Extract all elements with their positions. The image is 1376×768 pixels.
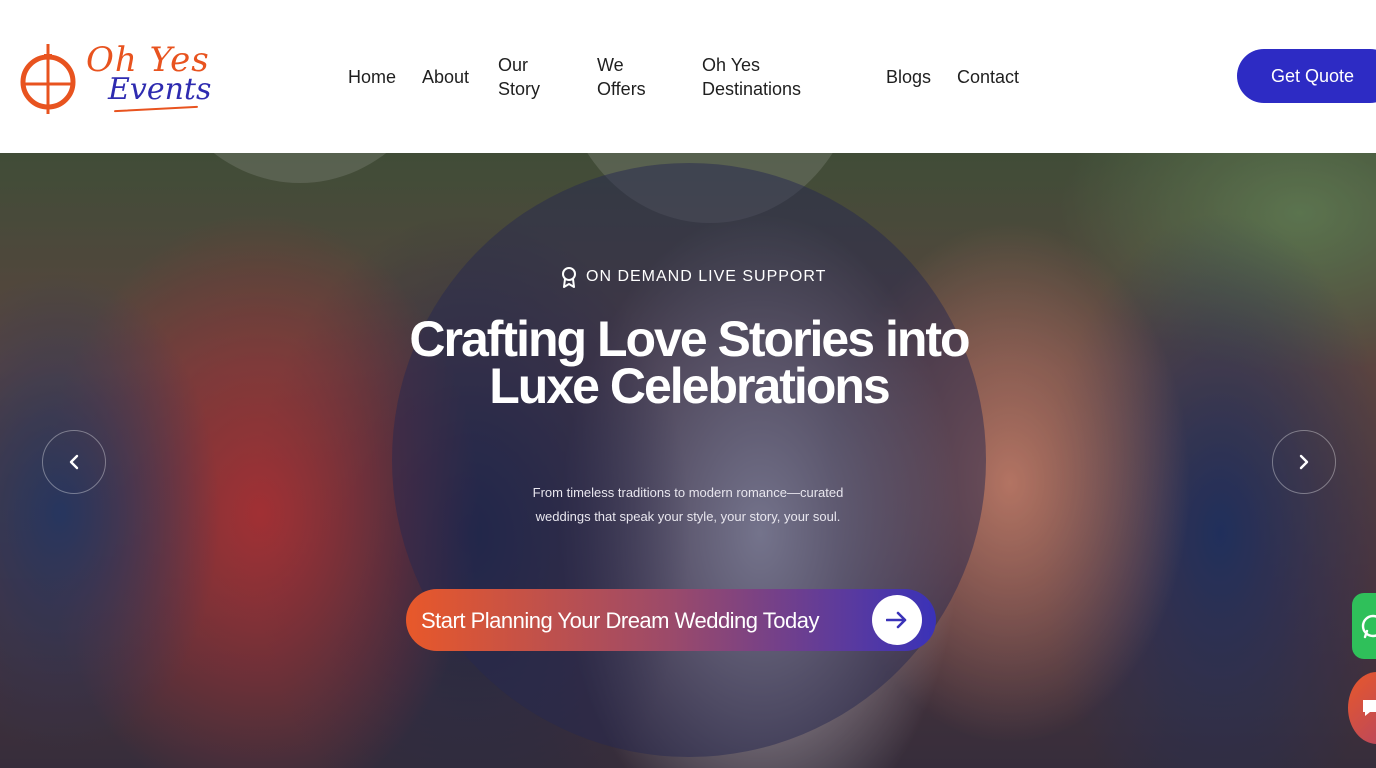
hero-section: ON DEMAND LIVE SUPPORT Crafting Love Sto… (0, 153, 1376, 768)
nav-we-offers[interactable]: We Offers (597, 53, 677, 101)
slider-prev-button[interactable] (42, 430, 106, 494)
whatsapp-icon (1361, 614, 1376, 639)
hero-eyebrow: ON DEMAND LIVE SUPPORT (560, 263, 826, 291)
hero-eyebrow-text: ON DEMAND LIVE SUPPORT (586, 268, 827, 285)
brand-logo[interactable]: Oh Yes Events (18, 38, 228, 122)
hero-title: Crafting Love Stories into Luxe Celebrat… (409, 311, 970, 414)
nav-destinations[interactable]: Oh Yes Destinations (702, 53, 832, 101)
nav-home[interactable]: Home (348, 65, 396, 89)
logo-mark-icon (20, 44, 76, 114)
nav-contact[interactable]: Contact (957, 65, 1019, 89)
nav-about[interactable]: About (422, 65, 469, 89)
get-quote-button[interactable]: Get Quote (1237, 49, 1376, 103)
chevron-right-icon (1299, 454, 1309, 470)
award-ribbon-icon (562, 267, 576, 288)
chat-bubble-icon (1363, 700, 1376, 716)
start-planning-label: Start Planning Your Dream Wedding Today (421, 608, 819, 633)
hero-overlay-circle (392, 163, 986, 757)
whatsapp-button[interactable] (1352, 593, 1376, 659)
start-planning-button[interactable]: Start Planning Your Dream Wedding Today (406, 589, 936, 651)
arrow-right-icon (872, 595, 922, 645)
slider-next-button[interactable] (1272, 430, 1336, 494)
hero-subtitle: From timeless traditions to modern roman… (532, 485, 844, 524)
get-quote-label: Get Quote (1271, 65, 1355, 86)
brand-name-line2: Events (108, 72, 212, 107)
nav-blogs[interactable]: Blogs (886, 65, 931, 89)
nav-our-story[interactable]: Our Story (498, 53, 568, 101)
site-header: Oh Yes Events Home About Our Story We Of… (0, 0, 1376, 153)
chevron-left-icon (69, 454, 79, 470)
